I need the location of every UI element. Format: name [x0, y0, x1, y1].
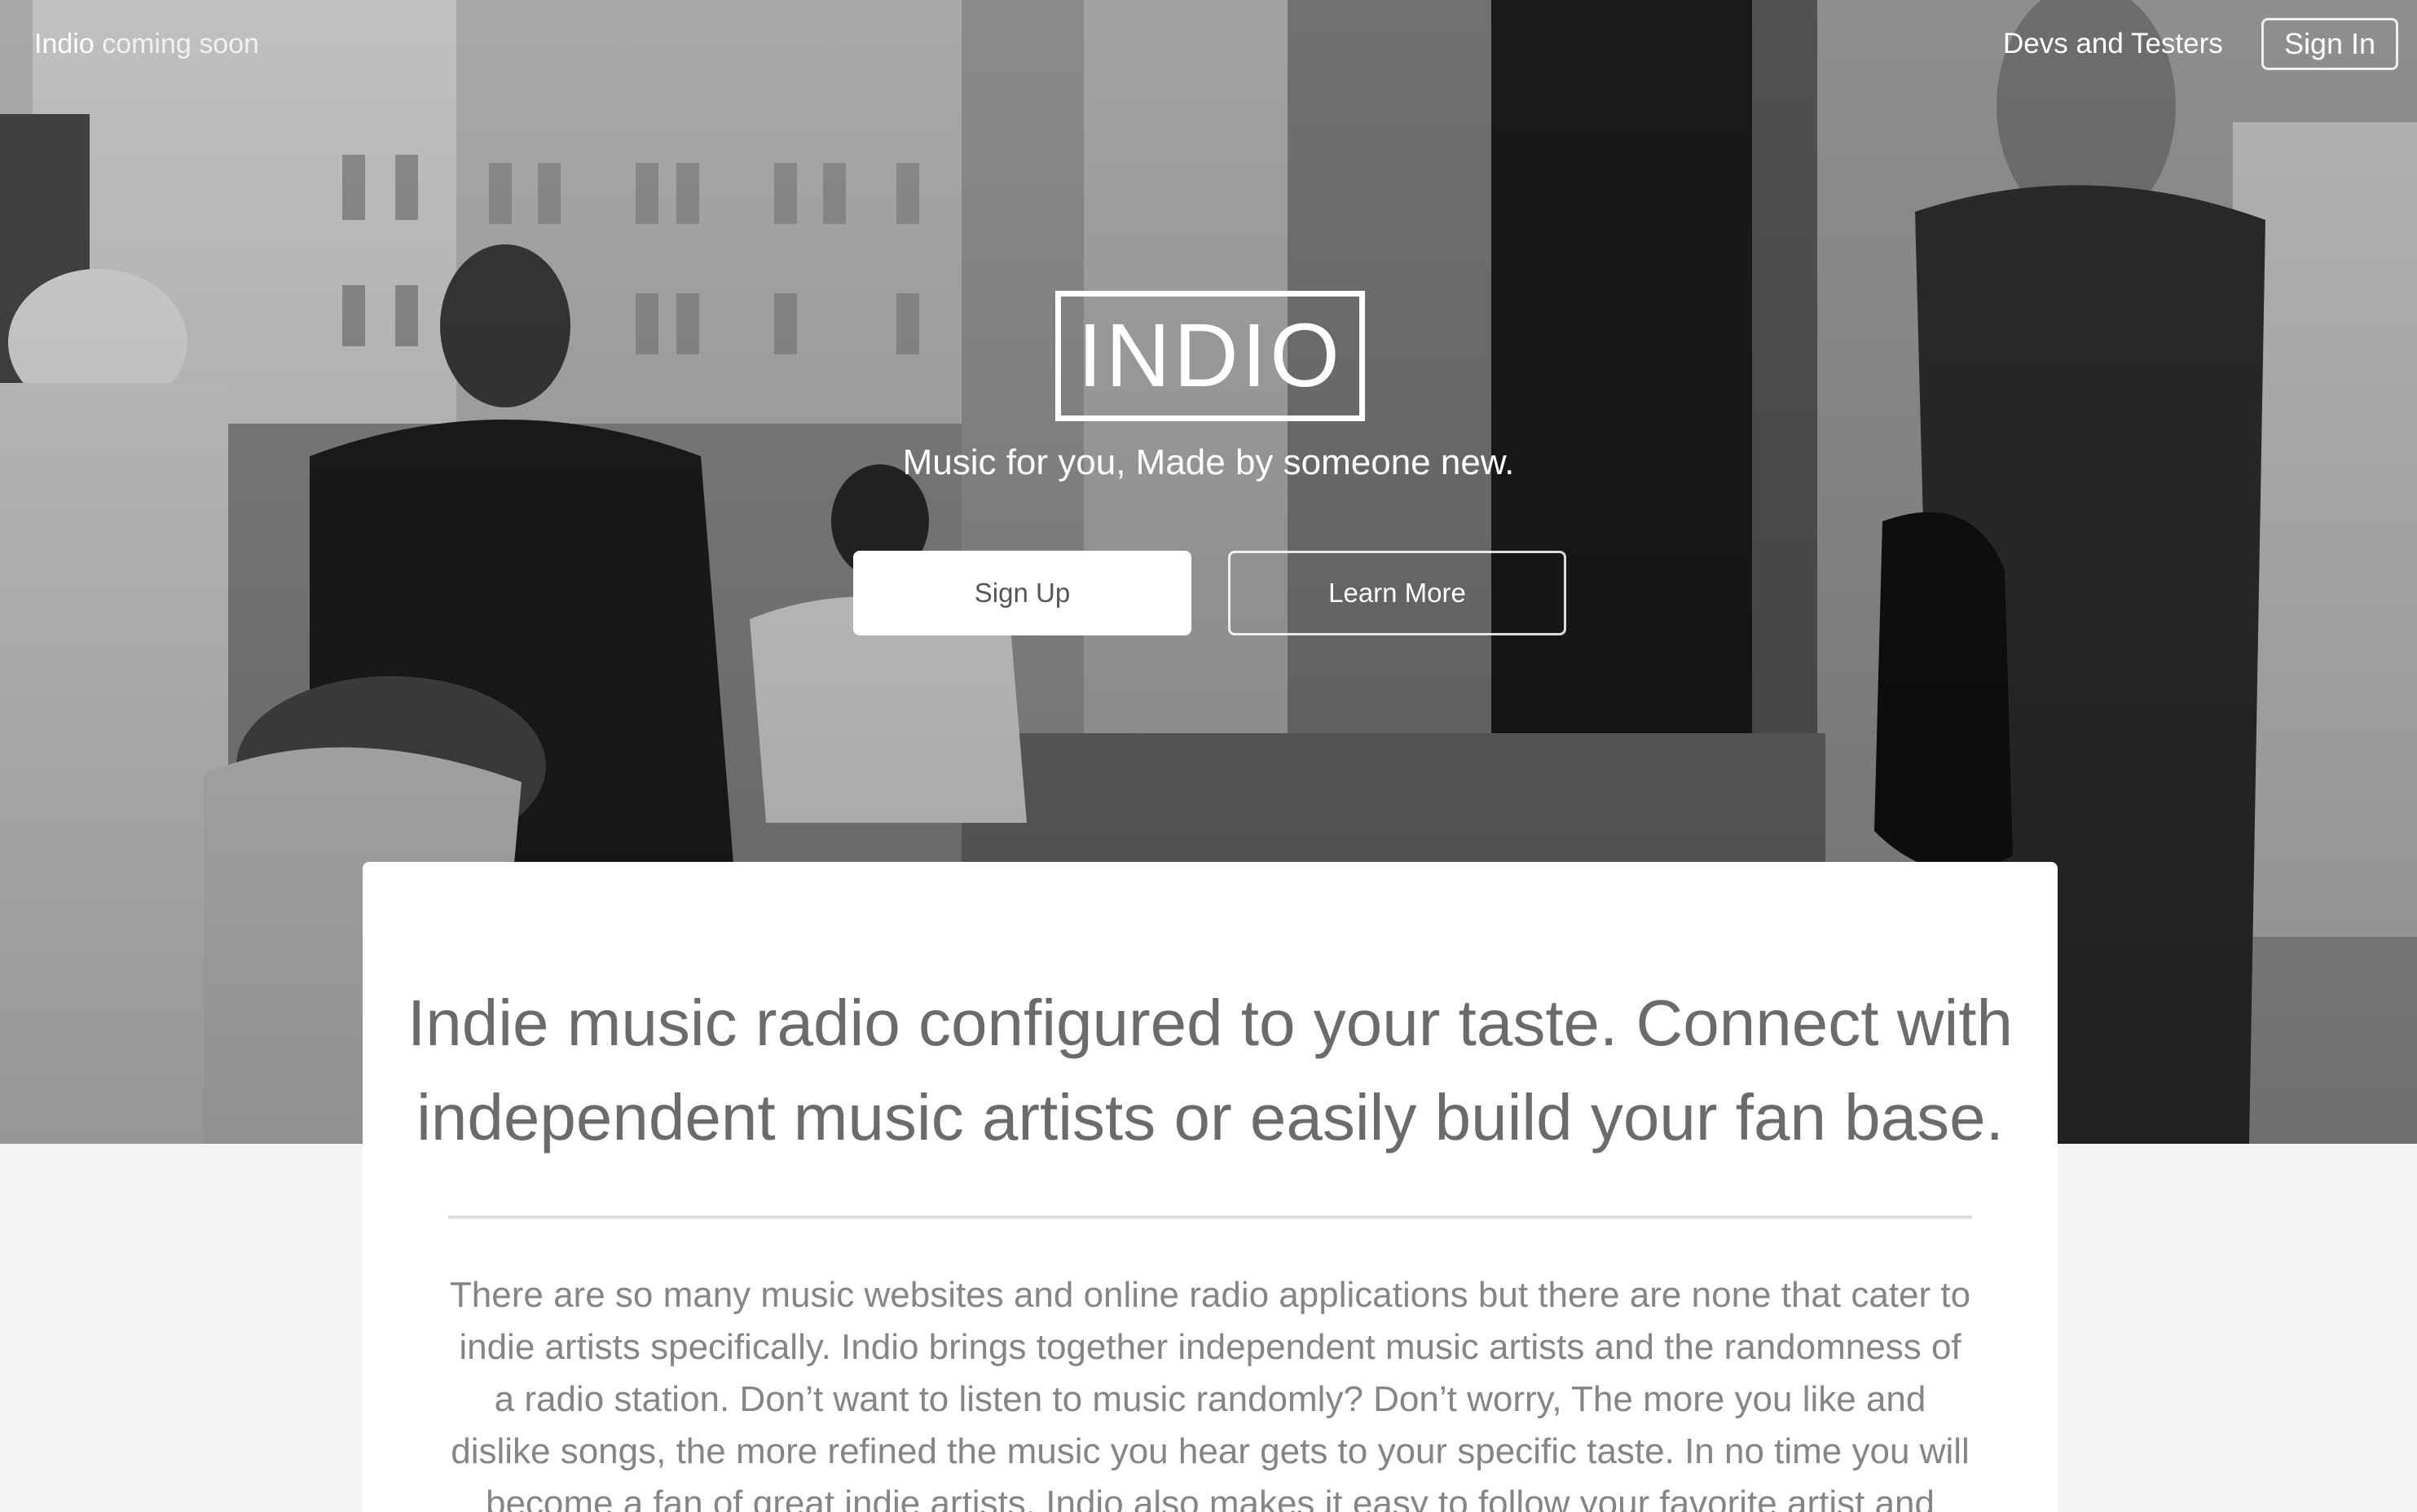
sign-in-button[interactable]: Sign In	[2261, 18, 2398, 70]
hero-tagline: Music for you, Made by someone new.	[902, 442, 1515, 482]
intro-card: Indie music radio configured to your tas…	[363, 862, 2058, 1512]
landing-page: Indio coming soon Devs and Testers Sign …	[0, 0, 2417, 1512]
brand-name: Indio	[34, 29, 95, 59]
learn-more-button[interactable]: Learn More	[1228, 551, 1566, 635]
intro-headline: Indie music radio configured to your tas…	[407, 987, 2013, 1154]
indio-logo: INDIO	[1055, 291, 1365, 421]
intro-body-text: There are so many music websites and onl…	[449, 1275, 1971, 1512]
brand-logo-text[interactable]: Indio coming soon	[34, 24, 259, 64]
sign-up-button[interactable]: Sign Up	[853, 551, 1191, 635]
brand-status: coming soon	[102, 29, 259, 59]
divider	[448, 1215, 1972, 1219]
devs-and-testers-link[interactable]: Devs and Testers	[2003, 24, 2223, 64]
